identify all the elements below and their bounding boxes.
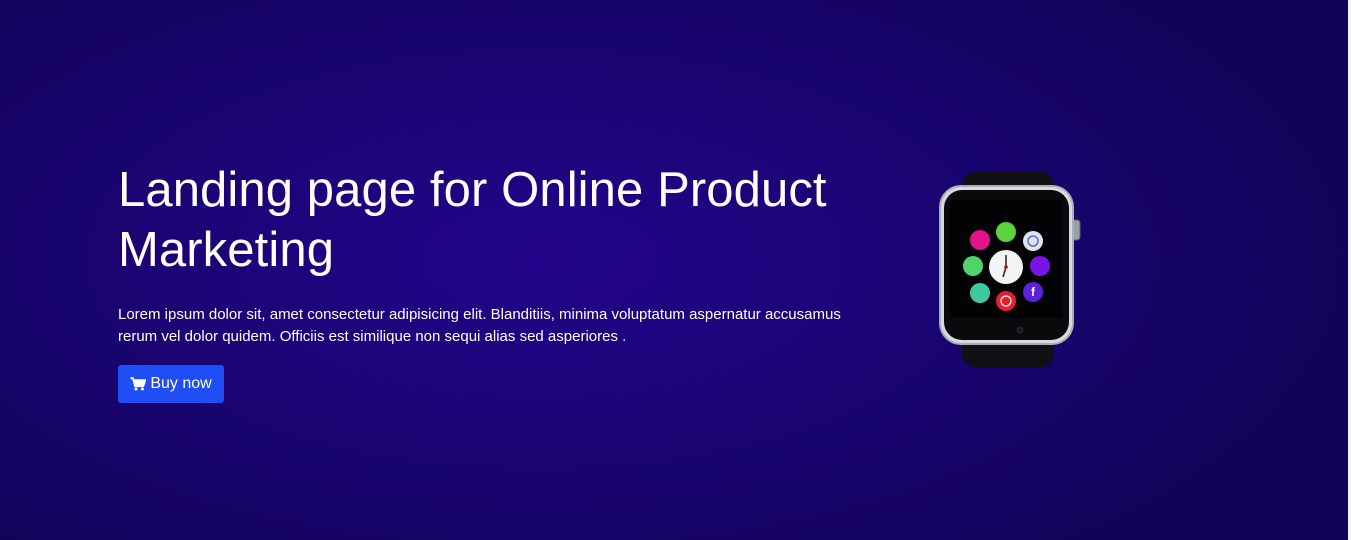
buy-now-label: Buy now	[150, 375, 212, 392]
hero-section: Landing page for Online Product Marketin…	[0, 0, 1348, 540]
hero-title: Landing page for Online Product Marketin…	[118, 163, 827, 277]
hero-description: Lorem ipsum dolor sit, amet consectetur …	[118, 306, 841, 345]
smartwatch-image: f	[934, 170, 1084, 370]
shopping-cart-icon	[130, 377, 147, 391]
buy-now-button[interactable]: Buy now	[118, 365, 224, 403]
hero-text-block: Landing page for Online Product Marketin…	[118, 160, 858, 348]
